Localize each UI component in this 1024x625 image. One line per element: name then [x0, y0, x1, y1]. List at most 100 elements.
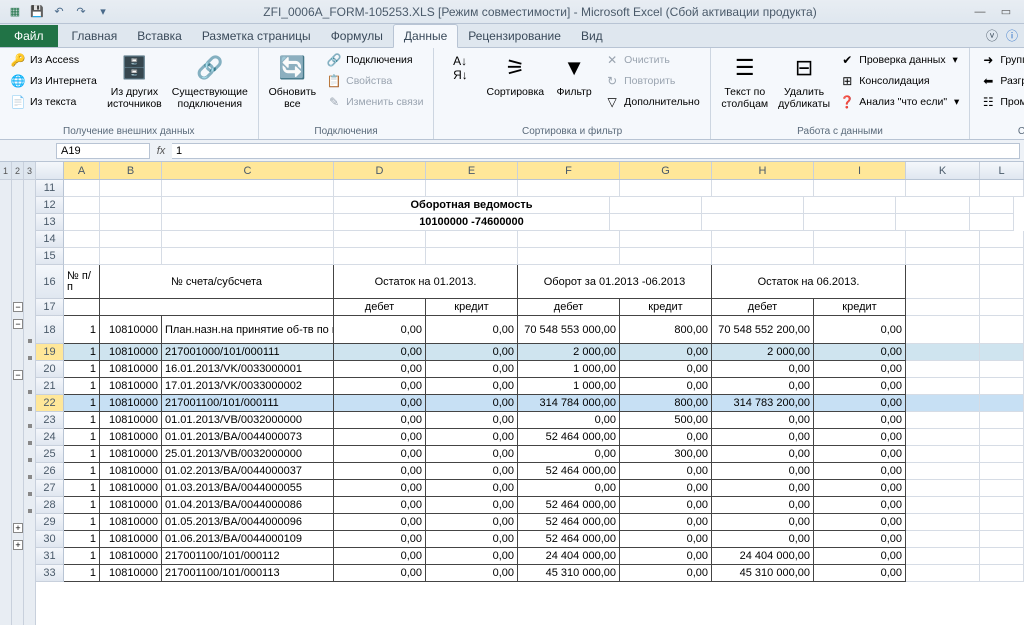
consolidate-button[interactable]: ⊞Консолидация [835, 71, 963, 91]
outline-level-2[interactable]: 2−−−++ [12, 162, 24, 625]
row-header[interactable]: 31 [36, 548, 64, 565]
connections-button[interactable]: 🔗Подключения [322, 50, 427, 70]
refresh-all-button[interactable]: 🔄Обновить все [265, 50, 321, 112]
tab-data[interactable]: Данные [393, 24, 458, 48]
col-header-H[interactable]: H [712, 162, 814, 179]
outline-dot-icon [28, 356, 32, 360]
col-header-I[interactable]: I [814, 162, 906, 179]
formula-input[interactable]: 1 [172, 143, 1020, 159]
tab-file[interactable]: Файл [0, 25, 58, 47]
edit-links-button: ✎Изменить связи [322, 92, 427, 112]
tab-formulas[interactable]: Формулы [321, 25, 393, 47]
edit-link-icon: ✎ [326, 94, 342, 110]
dup-icon: ⊟ [788, 52, 820, 84]
qat-dropdown-icon[interactable]: ▾ [94, 3, 112, 21]
grid-row: 17дебеткредитдебеткредитдебеткредит [36, 299, 1024, 316]
sort-button[interactable]: ⚞Сортировка [482, 50, 548, 100]
tab-page-layout[interactable]: Разметка страницы [192, 25, 321, 47]
remove-duplicates-button[interactable]: ⊟Удалить дубликаты [775, 50, 833, 112]
row-header[interactable]: 29 [36, 514, 64, 531]
existing-connections-button[interactable]: 🔗Существующие подключения [168, 50, 252, 112]
consolidate-icon: ⊞ [839, 73, 855, 89]
row-header[interactable]: 16 [36, 265, 64, 299]
tab-view[interactable]: Вид [571, 25, 613, 47]
outline-dot-icon [28, 475, 32, 479]
row-header[interactable]: 20 [36, 361, 64, 378]
subtotal-button[interactable]: ☷Промежуточный итог [976, 92, 1024, 112]
col-header-B[interactable]: B [100, 162, 162, 179]
row-header[interactable]: 26 [36, 463, 64, 480]
row-header[interactable]: 14 [36, 231, 64, 248]
restore-button[interactable]: ▭ [994, 4, 1018, 20]
col-header-K[interactable]: K [906, 162, 980, 179]
grid-row: 1310100000 -74600000 [36, 214, 1024, 231]
tab-insert[interactable]: Вставка [127, 25, 192, 47]
col-header-F[interactable]: F [518, 162, 620, 179]
row-header[interactable]: 19 [36, 344, 64, 361]
funnel-icon: ▼ [558, 52, 590, 84]
outline-expand-icon[interactable]: + [13, 540, 23, 550]
outline-collapse-icon[interactable]: − [13, 302, 23, 312]
row-header[interactable]: 15 [36, 248, 64, 265]
grid-row: 33110810000217001100/101/0001130,000,004… [36, 565, 1024, 582]
from-other-button[interactable]: 🗄️Из других источников [103, 50, 166, 112]
sort-icon: ⚞ [499, 52, 531, 84]
row-header[interactable]: 25 [36, 446, 64, 463]
properties-button: 📋Свойства [322, 71, 427, 91]
chain-icon: 🔗 [194, 52, 226, 84]
row-header[interactable]: 24 [36, 429, 64, 446]
row-header[interactable]: 12 [36, 197, 64, 214]
fx-icon[interactable]: fx [150, 145, 172, 157]
minimize-ribbon-icon[interactable]: ⓥ [986, 27, 998, 44]
col-header-G[interactable]: G [620, 162, 712, 179]
help-icon[interactable]: ⓘ [1006, 27, 1018, 44]
tab-review[interactable]: Рецензирование [458, 25, 571, 47]
col-header-E[interactable]: E [426, 162, 518, 179]
outline-expand-icon[interactable]: + [13, 523, 23, 533]
outline-level-1[interactable]: 1 [0, 162, 12, 625]
outline-collapse-icon[interactable]: − [13, 319, 23, 329]
row-header[interactable]: 23 [36, 412, 64, 429]
outline-level-3[interactable]: 3 [24, 162, 36, 625]
sort-az-icon: А↓Я↓ [444, 52, 476, 84]
tab-home[interactable]: Главная [62, 25, 128, 47]
filter-button[interactable]: ▼Фильтр [550, 50, 598, 100]
row-header[interactable]: 28 [36, 497, 64, 514]
group-label-outline: Структура [976, 125, 1024, 139]
outline-dot-icon [28, 441, 32, 445]
whatif-button[interactable]: ❓Анализ "что если" ▾ [835, 92, 963, 112]
row-header[interactable]: 22 [36, 395, 64, 412]
row-header[interactable]: 30 [36, 531, 64, 548]
grid-row: 2511081000025.01.2013/VB/00320000000,000… [36, 446, 1024, 463]
from-access-button[interactable]: 🔑Из Access [6, 50, 101, 70]
ungroup-button[interactable]: ⬅Разгруппировать ▾ [976, 71, 1024, 91]
row-header[interactable]: 11 [36, 180, 64, 197]
row-header[interactable]: 18 [36, 316, 64, 344]
from-web-button[interactable]: 🌐Из Интернета [6, 71, 101, 91]
col-header-L[interactable]: L [980, 162, 1024, 179]
outline-collapse-icon[interactable]: − [13, 370, 23, 380]
row-header[interactable]: 33 [36, 565, 64, 582]
outline-dot-icon [28, 390, 32, 394]
minimize-button[interactable]: — [968, 4, 992, 20]
col-header-D[interactable]: D [334, 162, 426, 179]
whatif-icon: ❓ [839, 94, 855, 110]
name-box[interactable] [56, 143, 150, 159]
from-text-button[interactable]: 📄Из текста [6, 92, 101, 112]
save-icon[interactable]: 💾 [28, 3, 46, 21]
data-validation-button[interactable]: ✔Проверка данных ▾ [835, 50, 963, 70]
grid-row: 2711081000001.03.2013/BA/00440000550,000… [36, 480, 1024, 497]
row-header[interactable]: 17 [36, 299, 64, 316]
row-header[interactable]: 21 [36, 378, 64, 395]
advanced-filter-button[interactable]: ▽Дополнительно [600, 92, 704, 112]
text-to-columns-button[interactable]: ☰Текст по столбцам [717, 50, 773, 112]
col-header-C[interactable]: C [162, 162, 334, 179]
row-header[interactable]: 27 [36, 480, 64, 497]
undo-icon[interactable]: ↶ [50, 3, 68, 21]
row-header[interactable]: 13 [36, 214, 64, 231]
group-button[interactable]: ➜Группировать ▾ [976, 50, 1024, 70]
props-icon: 📋 [326, 73, 342, 89]
redo-icon[interactable]: ↷ [72, 3, 90, 21]
sort-az-button[interactable]: А↓Я↓ [440, 50, 480, 86]
col-header-A[interactable]: A [64, 162, 100, 179]
